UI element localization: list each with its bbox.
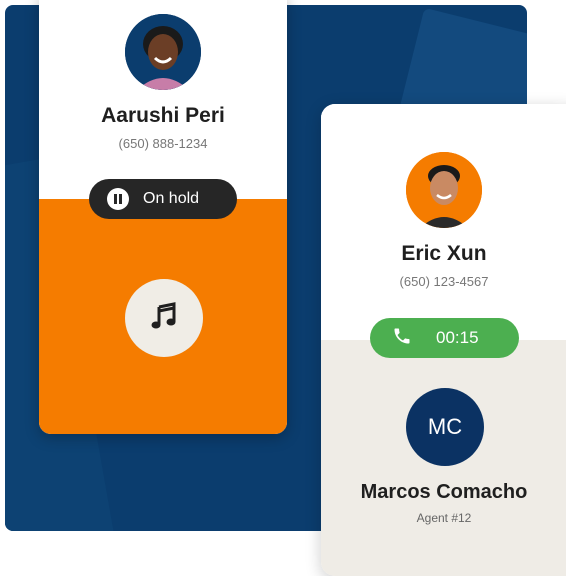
caller-avatar: [406, 152, 482, 228]
agent-role: Agent #12: [416, 511, 472, 525]
active-call-card: Eric Xun (650) 123-4567 00:15 MC Marcos …: [321, 104, 566, 576]
call-timer: 00:15: [436, 328, 479, 347]
caller-name: Eric Xun: [401, 242, 487, 265]
agent-initials: MC: [427, 414, 463, 439]
on-hold-label: On hold: [143, 190, 200, 207]
hold-music-button[interactable]: [125, 279, 203, 357]
agent-avatar: MC: [406, 388, 484, 466]
caller-avatar: [125, 14, 201, 90]
caller-name: Aarushi Peri: [101, 104, 225, 127]
pause-icon: [107, 188, 129, 210]
on-hold-call-card: Aarushi Peri (650) 888-1234 On hold: [39, 0, 287, 434]
on-hold-button[interactable]: On hold: [89, 179, 237, 219]
caller-phone: (650) 123-4567: [399, 274, 489, 289]
caller-phone: (650) 888-1234: [118, 136, 208, 151]
phone-icon: [392, 326, 412, 351]
agent-name: Marcos Comacho: [360, 481, 528, 503]
call-timer-button[interactable]: 00:15: [370, 318, 519, 358]
music-note-icon: [149, 301, 179, 336]
